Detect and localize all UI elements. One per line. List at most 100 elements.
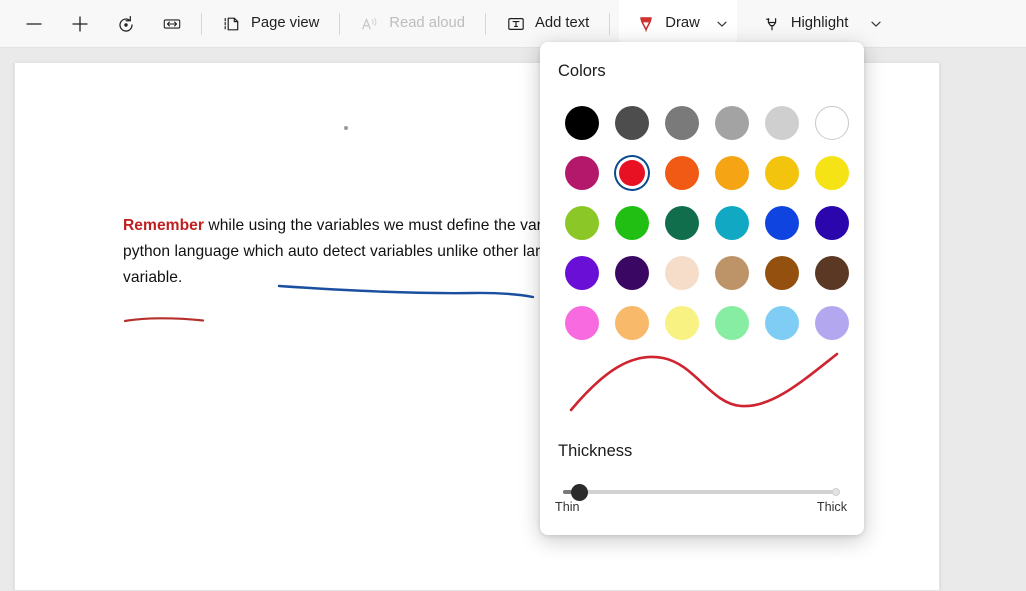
draw-chevron-down-icon[interactable] <box>711 4 733 44</box>
color-swatch-gold[interactable] <box>757 148 807 198</box>
color-swatch-dot <box>565 256 599 290</box>
color-swatch-dot <box>815 306 849 340</box>
color-swatch-light-yellow[interactable] <box>657 298 707 348</box>
color-swatch-light-gray[interactable] <box>757 98 807 148</box>
color-swatch-dot <box>815 206 849 240</box>
highlighter-icon <box>762 14 782 34</box>
color-swatch-dot <box>815 256 849 290</box>
color-swatch-light-blue[interactable] <box>757 298 807 348</box>
red-underline-stroke <box>123 317 205 323</box>
color-swatch-medium-gray[interactable] <box>707 98 757 148</box>
draw-label: Draw <box>665 15 700 32</box>
page-view-label: Page view <box>251 15 320 32</box>
color-swatch-dark-brown[interactable] <box>807 248 857 298</box>
color-swatch-yellow-green[interactable] <box>557 198 607 248</box>
color-swatch-light-orange[interactable] <box>607 298 657 348</box>
fit-width-button[interactable] <box>152 4 192 44</box>
color-swatch-red[interactable] <box>607 148 657 198</box>
color-swatch-dot <box>665 256 699 290</box>
color-swatch-dark-gray[interactable] <box>607 98 657 148</box>
color-swatch-white[interactable] <box>807 98 857 148</box>
color-swatch-dot <box>665 306 699 340</box>
color-swatch-dot <box>665 106 699 140</box>
draw-tool-group: Draw <box>619 0 737 48</box>
color-swatch-orange[interactable] <box>707 148 757 198</box>
color-swatch-dot <box>665 206 699 240</box>
color-swatch-brown[interactable] <box>757 248 807 298</box>
read-aloud-label: Read aloud <box>389 15 465 32</box>
thickness-max-label: Thick <box>816 500 847 514</box>
highlight-label: Highlight <box>790 15 849 32</box>
read-aloud-icon <box>360 14 380 34</box>
color-swatch-magenta[interactable] <box>557 148 607 198</box>
stroke-preview <box>569 352 839 412</box>
color-swatch-pink[interactable] <box>557 298 607 348</box>
page-view-button[interactable]: Page view <box>211 4 330 44</box>
color-swatch-dot <box>715 306 749 340</box>
draw-button[interactable]: Draw <box>625 4 711 44</box>
color-swatch-dot <box>615 206 649 240</box>
thickness-slider-thumb[interactable] <box>571 484 588 501</box>
thickness-title: Thickness <box>558 442 633 460</box>
color-swatch-lavender[interactable] <box>807 298 857 348</box>
add-text-button[interactable]: Add text <box>495 4 600 44</box>
color-swatch-dot <box>565 156 599 190</box>
color-swatch-dot <box>765 106 799 140</box>
toolbar: Page view Read aloud Add text Draw Highl… <box>0 0 1026 48</box>
color-swatch-dot <box>715 256 749 290</box>
paragraph-lead-word: Remember <box>123 217 205 234</box>
add-text-label: Add text <box>534 15 590 32</box>
color-swatch-teal[interactable] <box>707 198 757 248</box>
color-swatch-dot <box>615 256 649 290</box>
color-swatch-dot <box>715 106 749 140</box>
toolbar-separator-1 <box>201 12 202 35</box>
color-swatch-dark-blue[interactable] <box>807 198 857 248</box>
toolbar-separator-2 <box>339 12 341 35</box>
draw-colors-flyout: Colors Thickness Thin Thick <box>540 42 864 535</box>
toolbar-separator-3 <box>484 12 486 35</box>
color-swatch-dark-purple[interactable] <box>607 248 657 298</box>
thickness-slider-endcap <box>832 488 840 496</box>
color-swatch-gray[interactable] <box>657 98 707 148</box>
thickness-slider[interactable] <box>558 482 846 502</box>
read-aloud-button[interactable]: Read aloud <box>349 4 476 44</box>
color-swatch-dot <box>765 306 799 340</box>
color-swatch-yellow[interactable] <box>807 148 857 198</box>
minus-icon <box>24 14 44 34</box>
color-swatch-black[interactable] <box>557 98 607 148</box>
color-swatch-dot <box>815 156 849 190</box>
highlight-chevron-down-icon[interactable] <box>865 4 887 44</box>
color-swatch-dot <box>565 206 599 240</box>
draw-pen-icon <box>636 14 656 34</box>
color-swatch-violet[interactable] <box>557 248 607 298</box>
color-swatch-dot <box>765 256 799 290</box>
add-text-icon <box>506 14 526 34</box>
rotate-button[interactable] <box>106 4 146 44</box>
color-swatch-orange-red[interactable] <box>657 148 707 198</box>
fit-width-icon <box>162 14 182 34</box>
color-swatch-light-green[interactable] <box>707 298 757 348</box>
color-swatch-dark-green[interactable] <box>657 198 707 248</box>
thickness-min-label: Thin <box>555 500 580 514</box>
color-swatch-dot <box>665 156 699 190</box>
zoom-out-button[interactable] <box>14 4 54 44</box>
plus-icon <box>70 14 90 34</box>
color-swatch-peach[interactable] <box>657 248 707 298</box>
color-swatch-dot <box>565 306 599 340</box>
thickness-slider-track[interactable] <box>563 490 840 494</box>
zoom-in-button[interactable] <box>60 4 100 44</box>
page-view-icon <box>222 14 242 34</box>
highlight-button[interactable]: Highlight <box>751 4 860 44</box>
color-swatch-dot <box>619 160 645 186</box>
color-swatch-dot <box>815 106 849 140</box>
color-swatch-blue[interactable] <box>757 198 807 248</box>
rotate-icon <box>116 14 136 34</box>
color-swatch-dot <box>565 106 599 140</box>
toolbar-separator-4 <box>609 12 611 35</box>
color-swatch-green[interactable] <box>607 198 657 248</box>
colors-panel-title: Colors <box>558 62 606 80</box>
pdf-reader-window: Page view Read aloud Add text Draw Highl… <box>0 0 1026 591</box>
color-swatch-dot <box>615 306 649 340</box>
color-swatch-dot <box>765 156 799 190</box>
color-swatch-tan[interactable] <box>707 248 757 298</box>
